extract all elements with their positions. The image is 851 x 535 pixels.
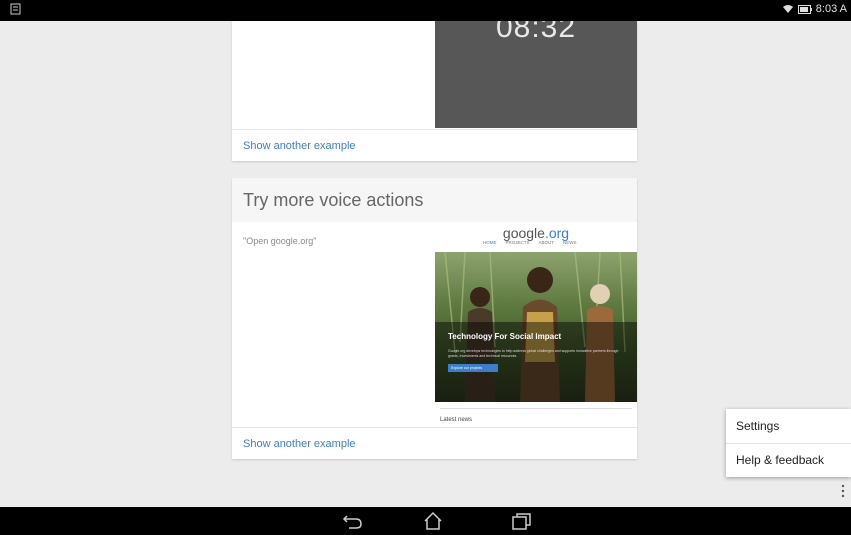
clock-example-card: 08:32 Show another example xyxy=(232,21,637,161)
status-time: 8:03 A xyxy=(815,3,847,15)
hero-subtitle: Google.org develops technologies to help… xyxy=(448,349,619,358)
latest-news-label: Latest news xyxy=(440,408,632,423)
site-nav-projects: PROJECTS xyxy=(505,240,530,245)
status-right: 8:03 A xyxy=(782,3,847,15)
overflow-menu: Settings Help & feedback xyxy=(726,409,851,477)
site-nav-about: ABOUT xyxy=(538,240,555,245)
menu-item-settings[interactable]: Settings xyxy=(726,410,851,443)
overflow-menu-icon[interactable] xyxy=(840,484,846,498)
hero-image: Technology For Social Impact Google.org … xyxy=(435,252,637,402)
hero-title: Technology For Social Impact xyxy=(448,332,562,341)
website-preview: google.org HOME PROJECTS ABOUT NEWS Tech… xyxy=(435,222,637,427)
navigation-bar xyxy=(0,507,851,535)
clock-time: 08:32 xyxy=(495,21,577,44)
site-nav-news: NEWS xyxy=(563,240,577,245)
clock-preview: 08:32 xyxy=(435,21,637,128)
recent-apps-icon[interactable] xyxy=(509,511,533,531)
explore-projects-button: Explore our projects xyxy=(448,364,498,372)
show-another-example-link-2[interactable]: Show another example xyxy=(232,427,637,459)
site-nav-home: HOME xyxy=(483,240,497,245)
status-bar: 8:03 A xyxy=(0,0,851,21)
wifi-icon xyxy=(782,5,793,13)
voice-command-example: "Open google.org" xyxy=(243,236,317,246)
voice-actions-title: Try more voice actions xyxy=(232,178,637,222)
menu-item-help-feedback[interactable]: Help & feedback xyxy=(726,443,851,476)
home-icon[interactable] xyxy=(421,511,445,531)
voice-actions-card: Try more voice actions "Open google.org"… xyxy=(232,178,637,459)
site-logo: google.org xyxy=(502,225,570,241)
battery-icon xyxy=(797,4,812,14)
notification-icon xyxy=(10,3,21,15)
show-another-example-link[interactable]: Show another example xyxy=(232,129,637,161)
back-icon[interactable] xyxy=(341,511,365,531)
site-nav: HOME PROJECTS ABOUT NEWS xyxy=(483,240,577,245)
